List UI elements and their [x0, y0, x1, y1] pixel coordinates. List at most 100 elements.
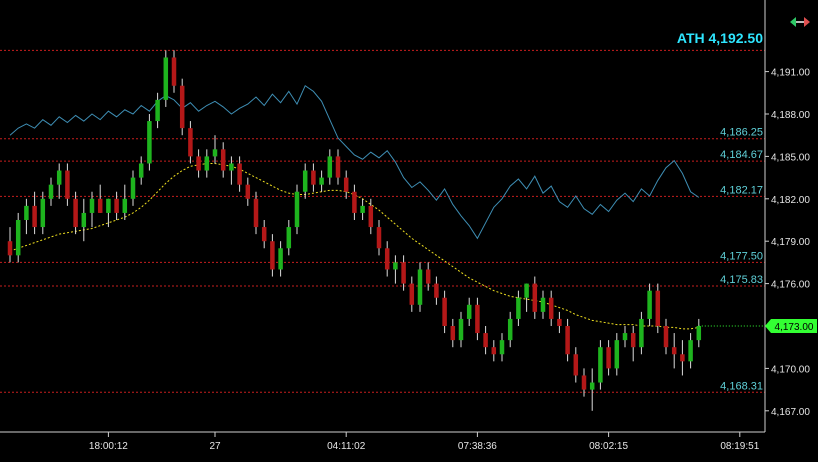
- level-label: 4,182.17: [720, 184, 763, 196]
- candle-body[interactable]: [343, 177, 349, 192]
- candle-body[interactable]: [360, 205, 365, 213]
- candle-body[interactable]: [278, 248, 283, 270]
- candle-body[interactable]: [688, 340, 693, 362]
- candle-body[interactable]: [450, 326, 456, 341]
- candle-body[interactable]: [179, 85, 185, 129]
- candle-body[interactable]: [663, 326, 669, 348]
- candle[interactable]: [163, 50, 169, 107]
- candle-body[interactable]: [130, 177, 136, 199]
- time-tick-label: 27: [209, 441, 221, 452]
- candle-body[interactable]: [302, 170, 308, 192]
- candle-body[interactable]: [89, 198, 95, 213]
- candle-body[interactable]: [40, 198, 46, 228]
- candle[interactable]: [598, 340, 603, 390]
- candle-body[interactable]: [507, 318, 513, 341]
- candle-body[interactable]: [335, 156, 341, 178]
- candle-body[interactable]: [122, 198, 128, 213]
- candle-body[interactable]: [376, 227, 382, 249]
- candle[interactable]: [15, 212, 21, 263]
- candle-body[interactable]: [229, 163, 234, 171]
- candle-body[interactable]: [114, 198, 119, 213]
- candle-body[interactable]: [516, 297, 521, 319]
- candle-body[interactable]: [294, 191, 300, 228]
- candle-body[interactable]: [622, 333, 628, 341]
- candle-body[interactable]: [483, 333, 488, 348]
- time-tick-label: 08:02:15: [589, 441, 628, 452]
- candle-body[interactable]: [384, 248, 390, 270]
- candle-body[interactable]: [680, 354, 685, 362]
- candle-body[interactable]: [614, 340, 620, 369]
- candle-body[interactable]: [147, 121, 152, 164]
- candle-body[interactable]: [32, 205, 37, 228]
- candle[interactable]: [417, 262, 423, 312]
- candle-body[interactable]: [188, 128, 193, 157]
- candle-body[interactable]: [311, 170, 316, 185]
- candle-body[interactable]: [65, 170, 70, 199]
- candle-body[interactable]: [606, 347, 611, 369]
- candle-body[interactable]: [73, 198, 78, 228]
- candle-body[interactable]: [655, 290, 661, 326]
- chart-window: 4,186.25 4,184.67 4,182.17 4,177.50 4,175.83…: [0, 0, 818, 462]
- candle-body[interactable]: [352, 191, 357, 213]
- candle-body[interactable]: [409, 283, 415, 305]
- candle-body[interactable]: [425, 269, 431, 284]
- candle-body[interactable]: [81, 212, 87, 228]
- candle-body[interactable]: [220, 149, 226, 171]
- candle-body[interactable]: [171, 57, 177, 86]
- candle-body[interactable]: [253, 198, 259, 228]
- candle-body[interactable]: [491, 347, 497, 355]
- time-tick-label: 07:38:36: [458, 441, 497, 452]
- candle-body[interactable]: [327, 156, 333, 178]
- candle-body[interactable]: [15, 220, 21, 256]
- candle-body[interactable]: [565, 326, 570, 355]
- candle-body[interactable]: [24, 205, 29, 220]
- candle-body[interactable]: [671, 347, 677, 355]
- candle-body[interactable]: [7, 241, 13, 256]
- candle-body[interactable]: [475, 304, 480, 334]
- candle-body[interactable]: [163, 57, 169, 100]
- candle-body[interactable]: [630, 333, 636, 348]
- candle-body[interactable]: [393, 262, 398, 270]
- candle-body[interactable]: [647, 290, 652, 319]
- candle-body[interactable]: [466, 304, 472, 319]
- candle-body[interactable]: [581, 375, 587, 390]
- candle-body[interactable]: [499, 340, 505, 355]
- candle-body[interactable]: [417, 269, 423, 305]
- candle-body[interactable]: [261, 227, 267, 242]
- candle-body[interactable]: [237, 163, 242, 185]
- candle-body[interactable]: [548, 297, 554, 319]
- candle-body[interactable]: [639, 318, 644, 348]
- candle[interactable]: [294, 184, 300, 235]
- candle-body[interactable]: [524, 283, 529, 298]
- candle-body[interactable]: [434, 283, 439, 298]
- candle[interactable]: [179, 78, 185, 136]
- candle-body[interactable]: [204, 156, 210, 171]
- candle-body[interactable]: [540, 297, 546, 312]
- candle-body[interactable]: [589, 382, 595, 390]
- candle-body[interactable]: [155, 99, 160, 122]
- candle-body[interactable]: [270, 241, 275, 270]
- candle-body[interactable]: [557, 318, 562, 326]
- level-label: 4,168.31: [720, 380, 763, 392]
- candle-body[interactable]: [286, 227, 292, 249]
- candle[interactable]: [655, 283, 661, 334]
- candle-body[interactable]: [97, 198, 103, 213]
- candle-body[interactable]: [319, 177, 324, 185]
- candle-body[interactable]: [245, 184, 251, 199]
- candle-body[interactable]: [573, 354, 579, 376]
- candle-body[interactable]: [48, 184, 54, 199]
- candle-body[interactable]: [368, 205, 374, 228]
- candle-body[interactable]: [212, 149, 218, 157]
- candle-body[interactable]: [532, 283, 538, 312]
- candle-body[interactable]: [56, 170, 62, 185]
- candle-body[interactable]: [401, 262, 406, 284]
- candle-body[interactable]: [106, 198, 111, 213]
- candle-body[interactable]: [458, 318, 464, 341]
- candle-body[interactable]: [696, 326, 702, 341]
- candle-body[interactable]: [196, 156, 201, 171]
- candle[interactable]: [147, 114, 152, 171]
- candle-body[interactable]: [138, 163, 144, 178]
- candle-body[interactable]: [442, 297, 447, 326]
- candle-body[interactable]: [598, 347, 603, 383]
- candlestick-chart[interactable]: 4,186.25 4,184.67 4,182.17 4,177.50 4,175.83…: [0, 0, 818, 462]
